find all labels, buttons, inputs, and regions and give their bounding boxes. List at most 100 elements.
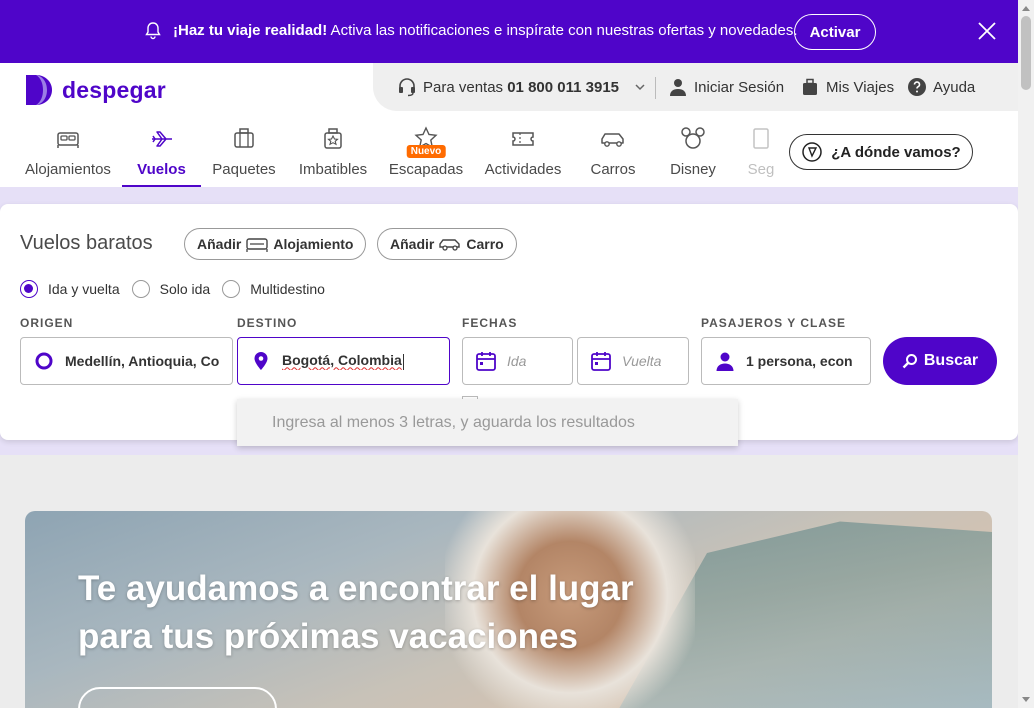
tab-label: Paquetes (212, 161, 276, 178)
origin-label: ORIGEN (20, 316, 74, 330)
help-link[interactable]: Ayuda (907, 77, 975, 97)
origin-value: Medellín, Antioquia, Co (65, 353, 220, 369)
hero-line-1: Te ayudamos a encontrar el lugar (78, 569, 634, 608)
sales-number: 01 800 011 3915 (507, 78, 620, 96)
chevron-down-icon (635, 84, 645, 91)
luggage-icon (234, 128, 254, 148)
tab-seguros[interactable]: Seg (744, 121, 778, 187)
logo-text: despegar (62, 76, 166, 103)
tab-label: Seg (747, 161, 775, 178)
radio-circle (20, 280, 38, 298)
tab-actividades[interactable]: Actividades (483, 121, 563, 187)
tab-label: Vuelos (137, 161, 186, 178)
document-icon (753, 128, 769, 149)
tab-paquetes[interactable]: Paquetes (211, 121, 277, 187)
notification-message: ¡Haz tu viaje realidad! Activa las notif… (173, 22, 798, 39)
return-placeholder: Vuelta (622, 353, 662, 369)
calendar-icon (591, 352, 611, 371)
my-trips-link[interactable]: Mis Viajes (800, 77, 894, 97)
tab-label: Carros (590, 161, 636, 178)
suggestions-hint: Ingresa al menos 3 letras, y aguarda los… (272, 413, 635, 431)
top-bar: Para ventas 01 800 011 3915 Iniciar Sesi… (373, 63, 1018, 111)
plane-icon (151, 131, 172, 147)
tab-carros[interactable]: Carros (586, 121, 640, 187)
hero-banner: Te ayudamos a encontrar el lugar para tu… (25, 511, 992, 708)
origin-circle-icon (35, 352, 53, 370)
bell-icon (145, 22, 161, 40)
passengers-field[interactable]: 1 persona, econ (701, 337, 871, 385)
radio-label: Multidestino (250, 281, 325, 297)
compass-icon (802, 142, 823, 162)
search-button[interactable]: Buscar (883, 337, 997, 385)
close-icon[interactable] (976, 20, 998, 42)
radio-circle (131, 280, 150, 298)
destination-suggestions: Ingresa al menos 3 letras, y aguarda los… (237, 399, 738, 446)
tab-imbatibles[interactable]: Imbatibles (297, 121, 369, 187)
add-hotel-button[interactable]: Añadir Alojamiento (184, 228, 367, 260)
new-badge: Nuevo (406, 145, 446, 158)
sales-phone[interactable]: Para ventas 01 800 011 3915 (397, 77, 653, 97)
radio-one-way[interactable]: Solo ida (131, 280, 211, 298)
passengers-value: 1 persona, econ (746, 353, 853, 369)
notification-banner: ¡Haz tu viaje realidad! Activa las notif… (0, 0, 1018, 63)
help-icon (908, 78, 926, 96)
add-hotel-label: Alojamiento (273, 236, 354, 252)
radio-circle (222, 280, 241, 298)
sales-label: Para ventas (423, 78, 504, 96)
car-icon (601, 133, 624, 147)
location-pin-icon (254, 352, 268, 370)
scrollbar[interactable] (1018, 0, 1034, 708)
search-title: Vuelos baratos (20, 232, 153, 254)
tab-alojamientos[interactable]: Alojamientos (24, 121, 112, 187)
person-icon (716, 352, 734, 371)
suitcase-icon (803, 78, 817, 95)
destination-value: Bogotá, Colombia (282, 352, 404, 370)
tab-label: Actividades (484, 161, 562, 178)
hero-cta-button[interactable] (78, 687, 277, 708)
return-date-field[interactable]: Vuelta (577, 337, 689, 385)
add-label: Añadir (197, 236, 242, 252)
scroll-down-arrow[interactable] (1022, 697, 1030, 702)
car-icon (439, 239, 461, 251)
radio-label: Solo ida (159, 281, 211, 297)
login-link[interactable]: Iniciar Sesión (668, 77, 784, 97)
where-to-go-button[interactable]: ¿A dónde vamos? (789, 134, 973, 170)
hero-heading: Te ayudamos a encontrar el lugar para tu… (78, 565, 634, 661)
tab-escapadas[interactable]: Nuevo Escapadas (389, 121, 463, 187)
tab-label: Disney (670, 161, 716, 178)
tab-vuelos[interactable]: Vuelos (122, 121, 201, 187)
notification-text: Activa las notificaciones e inspírate co… (327, 22, 798, 39)
notification-title: ¡Haz tu viaje realidad! (173, 22, 328, 39)
add-car-label: Carro (466, 236, 504, 252)
product-nav: Alojamientos Vuelos Paquetes Imbatibles … (0, 121, 1018, 187)
user-icon (670, 79, 686, 96)
scroll-up-arrow[interactable] (1022, 6, 1030, 11)
dates-label: FECHAS (462, 316, 518, 330)
scroll-thumb[interactable] (1021, 16, 1031, 90)
where-to-go-label: ¿A dónde vamos? (831, 143, 961, 161)
luggage-star-icon (324, 128, 342, 149)
headset-icon (399, 78, 415, 97)
text-cursor (402, 353, 404, 370)
divider (655, 77, 656, 99)
depart-placeholder: Ida (507, 353, 527, 369)
activate-button[interactable]: Activar (794, 14, 876, 50)
destination-field[interactable]: Bogotá, Colombia (237, 337, 450, 385)
tab-disney[interactable]: Disney (666, 121, 720, 187)
add-car-button[interactable]: Añadir Carro (377, 228, 517, 260)
add-label: Añadir (390, 236, 435, 252)
logo-icon (26, 75, 52, 105)
radio-round-trip[interactable]: Ida y vuelta (20, 280, 120, 298)
my-trips-label: Mis Viajes (826, 78, 895, 96)
origin-field[interactable]: Medellín, Antioquia, Co (20, 337, 233, 385)
tab-label: Escapadas (388, 161, 464, 178)
depart-date-field[interactable]: Ida (462, 337, 573, 385)
radio-multi-city[interactable]: Multidestino (222, 280, 325, 298)
ticket-icon (512, 132, 534, 146)
logo[interactable]: despegar (24, 73, 166, 107)
tab-label: Alojamientos (25, 161, 111, 178)
bed-icon (57, 132, 79, 148)
tab-label: Imbatibles (298, 161, 368, 178)
mickey-icon (681, 127, 705, 149)
passengers-label: PASAJEROS Y CLASE (701, 316, 847, 330)
